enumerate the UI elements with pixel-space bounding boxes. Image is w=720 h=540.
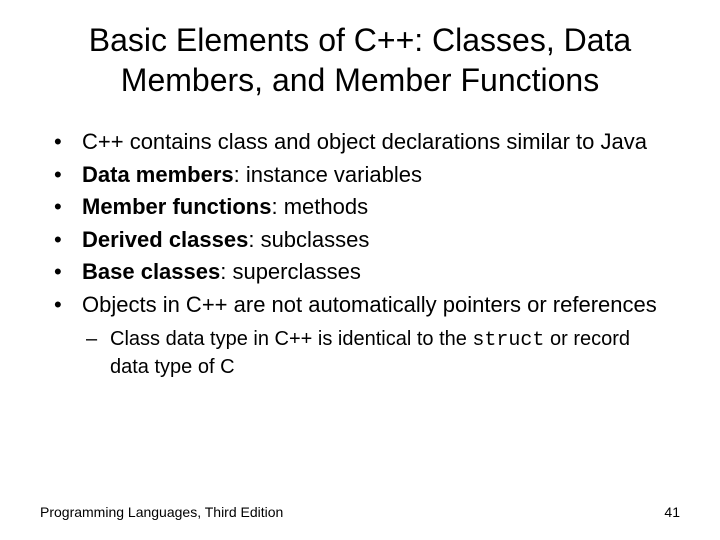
bullet-text: Base classes: superclasses [82,258,670,287]
sub-list-item: – Class data type in C++ is identical to… [50,326,670,380]
page-number: 41 [664,504,680,520]
bullet-dot-icon: • [50,193,82,222]
list-item: • C++ contains class and object declarat… [50,128,670,157]
bullet-text: Objects in C++ are not automatically poi… [82,291,670,320]
bold-term: Base classes [82,259,220,284]
bullet-rest: : methods [271,194,368,219]
bullet-dot-icon: • [50,128,82,157]
bullet-text: Derived classes: subclasses [82,226,670,255]
bullet-dot-icon: • [50,226,82,255]
list-item: • Base classes: superclasses [50,258,670,287]
bullet-dot-icon: • [50,258,82,287]
bullet-rest: : superclasses [220,259,361,284]
bold-term: Data members [82,162,234,187]
bold-term: Member functions [82,194,271,219]
bullet-dot-icon: • [50,161,82,190]
bold-term: Derived classes [82,227,248,252]
list-item: • Data members: instance variables [50,161,670,190]
bullet-rest: : instance variables [234,162,422,187]
list-item: • Objects in C++ are not automatically p… [50,291,670,320]
slide-title: Basic Elements of C++: Classes, Data Mem… [0,20,720,100]
bullet-dot-icon: • [50,291,82,320]
bullet-list: • C++ contains class and object declarat… [0,128,720,380]
slide-footer: Programming Languages, Third Edition 41 [0,504,720,520]
bullet-text: Member functions: methods [82,193,670,222]
dash-icon: – [86,326,110,380]
list-item: • Derived classes: subclasses [50,226,670,255]
sub-bullet-text: Class data type in C++ is identical to t… [110,326,670,380]
sub-pre: Class data type in C++ is identical to t… [110,328,472,350]
footer-source: Programming Languages, Third Edition [40,504,283,520]
bullet-text: Data members: instance variables [82,161,670,190]
bullet-rest: : subclasses [248,227,369,252]
bullet-text: C++ contains class and object declaratio… [82,128,670,157]
code-term: struct [472,329,544,352]
list-item: • Member functions: methods [50,193,670,222]
